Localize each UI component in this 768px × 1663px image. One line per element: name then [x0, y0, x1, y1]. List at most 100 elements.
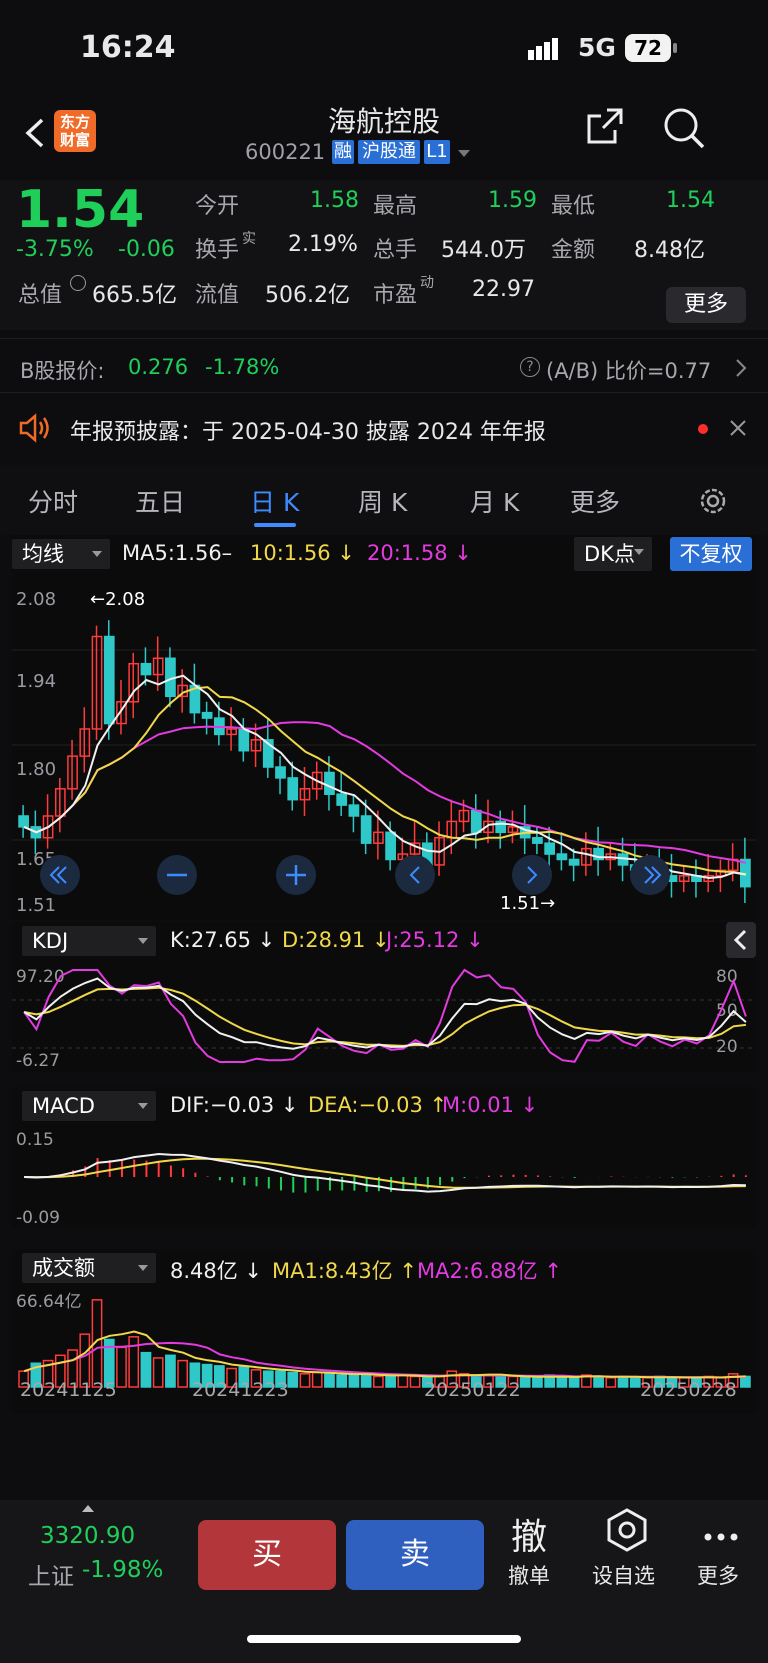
volume-value: 8.48亿 ↓ [170, 1259, 263, 1283]
dk-point-selector[interactable]: DK点 [574, 537, 652, 571]
max-marker: ←2.08 [90, 589, 145, 610]
amount-label: 金额 [551, 238, 596, 263]
candle-body [287, 777, 299, 801]
volume-bar [128, 1336, 140, 1388]
watchlist-icon[interactable] [605, 1508, 649, 1556]
notice-dot [698, 424, 708, 434]
status-time: 16:24 [80, 30, 176, 65]
x-label: 20241223 [192, 1379, 289, 1401]
tab-monthly-k[interactable]: 月 K [470, 483, 519, 519]
float-value: 506.2亿 [265, 283, 350, 308]
volume-bar [409, 1375, 421, 1388]
pe-label: 市盈 [373, 283, 418, 308]
candle-body [556, 853, 568, 861]
volume-value: 544.0万 [441, 238, 526, 263]
candle-body [324, 771, 335, 795]
svg-text:66.64亿: 66.64亿 [16, 1292, 82, 1312]
volume-bar [311, 1371, 323, 1388]
change-amount: -0.06 [118, 237, 175, 262]
macd-panel[interactable]: MACD DIF:−0.03 ↓ DEA:−0.03 ↑ M:0.01 ↓ 0.… [12, 1087, 756, 1227]
tab-weekly-k[interactable]: 周 K [358, 483, 407, 519]
kdj-selector[interactable]: KDJ [22, 926, 156, 956]
volume-bar [385, 1375, 396, 1388]
stock-name: 海航控股 [327, 105, 440, 138]
volume-bar [324, 1373, 335, 1388]
buy-button[interactable]: 买 [198, 1520, 336, 1590]
volume-bar [617, 1375, 629, 1388]
y-label: 1.94 [16, 671, 56, 692]
turnover-value: 2.19% [288, 232, 358, 257]
status-bar: 16:24 5G 72 [0, 0, 768, 100]
bshare-price: 0.276 [128, 355, 189, 379]
candle-body [275, 766, 286, 779]
amount-value: 8.48亿 [634, 238, 705, 263]
sell-button[interactable]: 卖 [346, 1520, 484, 1590]
macd-m: M:0.01 ↓ [442, 1093, 539, 1117]
chevron-right-icon[interactable] [734, 358, 748, 382]
close-icon[interactable] [728, 418, 748, 442]
share-icon[interactable] [585, 106, 625, 150]
cancel-icon[interactable]: 撤 [511, 1508, 547, 1560]
margin-tag: 融 [332, 140, 354, 164]
candle-body [568, 858, 580, 866]
candle-body [238, 728, 250, 752]
ma20-value: 20:1.58 ↓ [367, 541, 472, 565]
search-icon[interactable] [662, 106, 706, 154]
index-name: 上证 [28, 1564, 74, 1590]
svg-text:0.15: 0.15 [16, 1130, 54, 1150]
help-icon[interactable]: ? [520, 357, 540, 377]
ma-selector[interactable]: 均线 [12, 539, 110, 569]
network-label: 5G [578, 33, 616, 62]
low-value: 1.54 [666, 188, 715, 213]
last-price: 1.54 [16, 180, 145, 240]
kline-panel[interactable]: 均线 MA5:1.56– 10:1.56 ↓ 20:1.58 ↓ DK点 不复权… [12, 535, 756, 920]
candle-body [544, 842, 556, 855]
volume-bar [348, 1374, 360, 1388]
candle-body [140, 662, 152, 676]
svg-text:97.20: 97.20 [16, 967, 65, 987]
volume-bar [116, 1346, 127, 1388]
tab-more[interactable]: 更多 [570, 483, 620, 519]
speaker-icon [18, 413, 52, 447]
more-dots-icon[interactable] [703, 1527, 739, 1546]
tab-five-day[interactable]: 五日 [135, 483, 185, 519]
more-label[interactable]: 更多 [697, 1560, 739, 1590]
volume-panel[interactable]: 成交额 8.48亿 ↓ MA1:8.43亿 ↑ MA2:6.88亿 ↑ 66.6… [12, 1249, 756, 1414]
info-icon[interactable] [70, 275, 86, 291]
notice-text[interactable]: 年报预披露：于 2025-04-30 披露 2024 年年报 [70, 414, 546, 446]
quote-panel: 1.54 -3.75% -0.06 总值 665.5亿 今开 1.58 最高 1… [0, 180, 768, 330]
watchlist-label[interactable]: 设自选 [592, 1560, 655, 1590]
dropdown-icon[interactable] [458, 150, 470, 157]
volume-chart: 66.64亿 [16, 1292, 751, 1388]
cancel-label[interactable]: 撤单 [508, 1560, 550, 1590]
volume-selector[interactable]: 成交额 [22, 1253, 156, 1283]
turnover-label: 换手 [195, 238, 240, 263]
kline-chart[interactable]: 2.08 1.94 1.80 1.65 1.51 ←2.08 1.51→ [12, 575, 756, 915]
step-left-icon [395, 855, 435, 895]
gear-icon[interactable] [697, 485, 729, 521]
volume-ma1: MA1:8.43亿 ↑ [272, 1259, 417, 1283]
open-label: 今开 [195, 194, 240, 219]
volume-bar [336, 1374, 348, 1388]
ma10-value: 10:1.56 ↓ [250, 541, 355, 565]
signal-icon [528, 38, 566, 60]
collapse-icon[interactable] [726, 922, 756, 958]
kdj-panel[interactable]: KDJ K:27.65 ↓ D:28.91 ↓ J:25.12 ↓ 97.20 … [12, 922, 756, 1072]
kdj-chart: 97.20 -6.27 80 50 20 [12, 967, 756, 1070]
adjust-button[interactable]: 不复权 [670, 537, 752, 571]
kdj-j: J:25.12 ↓ [386, 928, 484, 952]
home-indicator [247, 1635, 521, 1643]
expand-icon[interactable] [82, 1505, 94, 1512]
more-button[interactable]: 更多 [666, 287, 746, 323]
tab-daily-k[interactable]: 日 K [250, 483, 299, 519]
step-right-icon [512, 855, 552, 895]
index-value[interactable]: 3320.90 [40, 1523, 135, 1549]
volume-bar [519, 1377, 531, 1388]
svg-text:-6.27: -6.27 [16, 1051, 60, 1070]
pe-value: 22.97 [472, 277, 535, 302]
macd-selector[interactable]: MACD [22, 1091, 156, 1121]
connect-tag: 沪股通 [358, 140, 420, 164]
candle-body [336, 793, 348, 806]
tab-intraday[interactable]: 分时 [28, 483, 78, 519]
candle-body [385, 831, 396, 861]
